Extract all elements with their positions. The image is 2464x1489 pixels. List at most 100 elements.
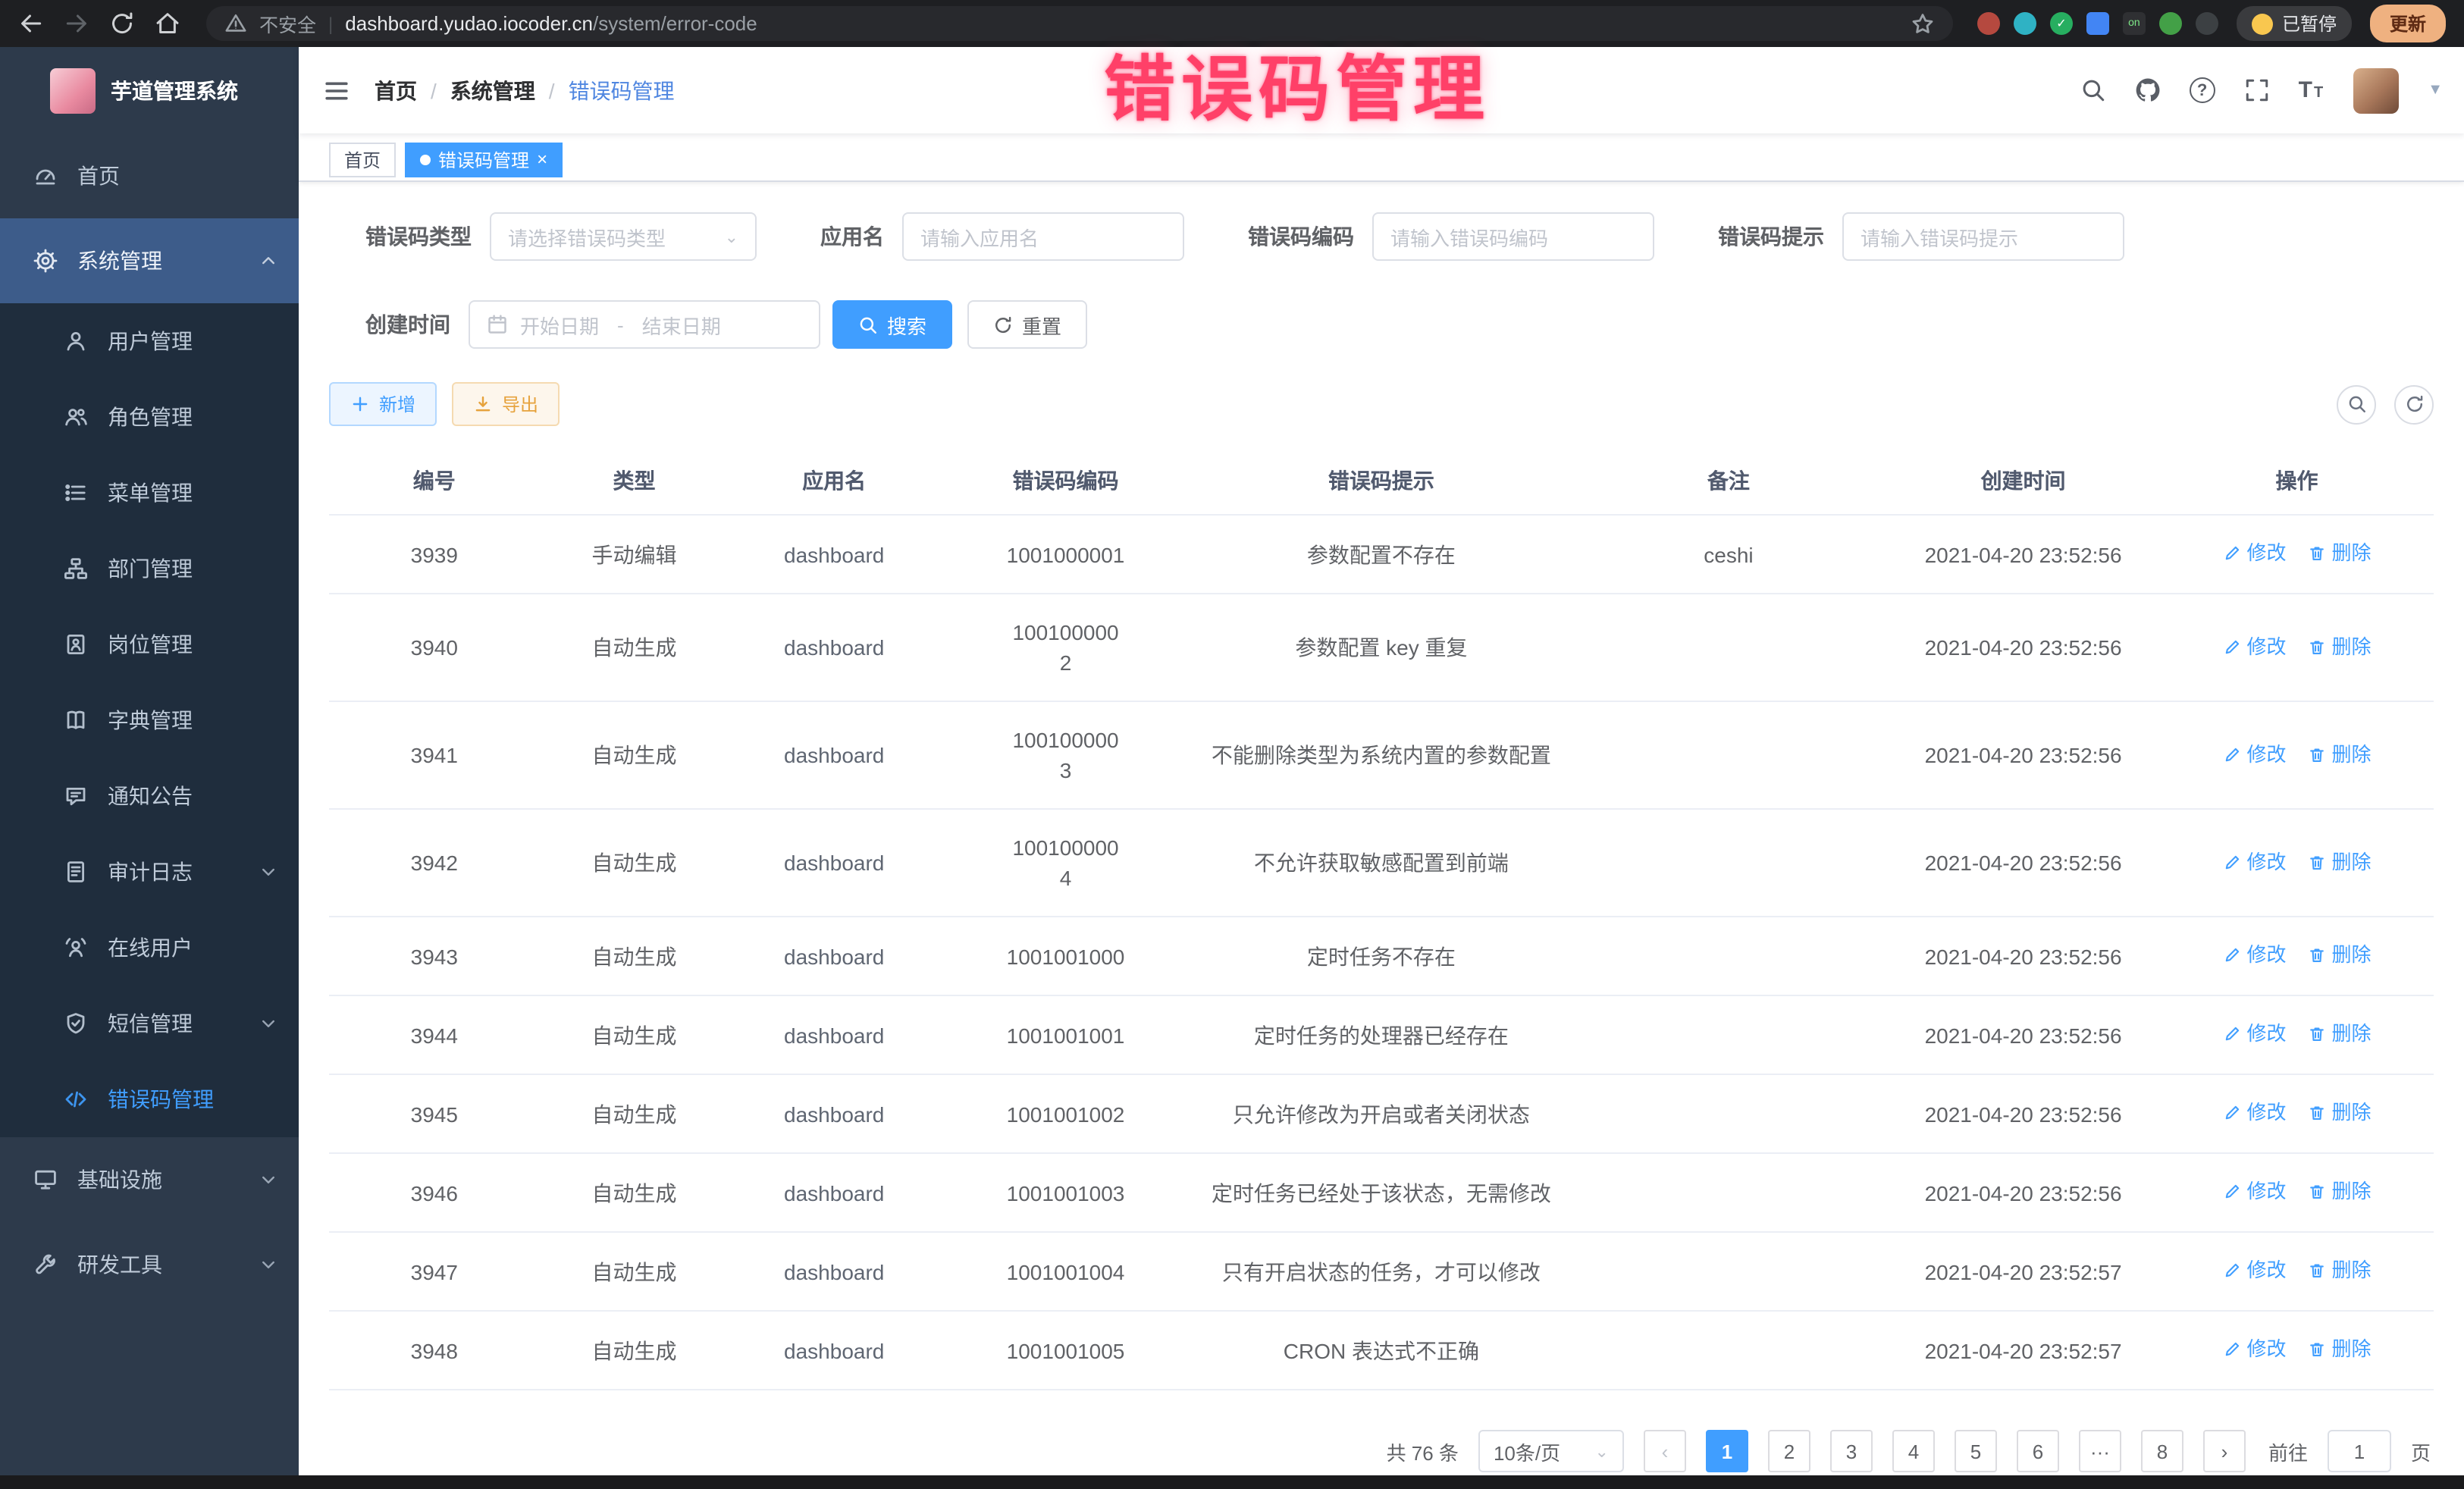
sidebar-item-menu[interactable]: 菜单管理: [0, 455, 299, 531]
sidebar-item-dict[interactable]: 字典管理: [0, 682, 299, 758]
browser-refresh-icon[interactable]: [109, 10, 136, 37]
cell-app: dashboard: [729, 515, 939, 594]
edit-button[interactable]: 修改: [2222, 1334, 2286, 1365]
page-button-1[interactable]: 1: [1706, 1430, 1748, 1472]
sidebar-item-infra[interactable]: 基础设施: [0, 1137, 299, 1222]
delete-button[interactable]: 删除: [2308, 1334, 2372, 1365]
add-button[interactable]: 新增: [329, 382, 437, 426]
sidebar-item-audit-log[interactable]: 审计日志: [0, 834, 299, 910]
delete-button[interactable]: 删除: [2308, 632, 2372, 662]
cell-id: 3948: [329, 1311, 540, 1390]
prev-page-button[interactable]: ‹: [1644, 1430, 1686, 1472]
edit-button[interactable]: 修改: [2222, 632, 2286, 662]
browser-back-icon[interactable]: [18, 10, 45, 37]
edit-icon: [2222, 745, 2240, 763]
fullscreen-icon[interactable]: [2244, 77, 2270, 103]
edit-button[interactable]: 修改: [2222, 538, 2286, 569]
delete-icon: [2308, 946, 2326, 964]
paused-badge[interactable]: 已暂停: [2237, 6, 2352, 41]
edit-button[interactable]: 修改: [2222, 1255, 2286, 1286]
cell-code: 1001001003: [939, 1153, 1192, 1232]
font-size-icon[interactable]: TT: [2299, 77, 2325, 103]
sidebar-item-notice[interactable]: 通知公告: [0, 758, 299, 834]
page-button-2[interactable]: 2: [1768, 1430, 1810, 1472]
refresh-table-button[interactable]: [2394, 384, 2434, 424]
more-pages-button[interactable]: ···: [2079, 1430, 2121, 1472]
breadcrumb-home[interactable]: 首页: [375, 75, 417, 105]
edit-button[interactable]: 修改: [2222, 739, 2286, 770]
reset-button[interactable]: 重置: [967, 300, 1087, 349]
pinned-extension-icon[interactable]: [2196, 12, 2218, 35]
delete-button[interactable]: 删除: [2308, 847, 2372, 877]
sidebar-item-post[interactable]: 岗位管理: [0, 607, 299, 682]
address-bar[interactable]: 不安全 | dashboard.yudao.iocoder.cn/system/…: [206, 6, 1953, 41]
cell-type: 自动生成: [540, 995, 729, 1074]
tab-home[interactable]: 首页: [329, 142, 396, 177]
sidebar-item-sms[interactable]: 短信管理: [0, 986, 299, 1061]
bookmark-star-icon[interactable]: [1911, 11, 1935, 36]
sidebar-item-dept[interactable]: 部门管理: [0, 531, 299, 607]
search-icon[interactable]: [2080, 77, 2106, 103]
sidebar-item-home[interactable]: 首页: [0, 133, 299, 218]
sidebar-item-role[interactable]: 角色管理: [0, 379, 299, 455]
extension-icon-dark[interactable]: on: [2123, 12, 2146, 35]
profile-emoji-icon: [2252, 13, 2273, 34]
extension-icon-teal[interactable]: [2014, 12, 2036, 35]
delete-button[interactable]: 删除: [2308, 1177, 2372, 1207]
sidebar-item-error-code[interactable]: 错误码管理: [0, 1061, 299, 1137]
tab-error-code[interactable]: 错误码管理 ×: [405, 142, 563, 177]
sidebar-item-user[interactable]: 用户管理: [0, 303, 299, 379]
toggle-search-button[interactable]: [2337, 384, 2376, 424]
help-icon[interactable]: ?: [2190, 77, 2215, 103]
next-page-button[interactable]: ›: [2203, 1430, 2246, 1472]
error-msg-input[interactable]: 请输入错误码提示: [1842, 212, 2124, 261]
edit-button[interactable]: 修改: [2222, 1098, 2286, 1128]
user-avatar[interactable]: [2353, 67, 2399, 113]
browser-home-icon[interactable]: [155, 10, 182, 37]
hamburger-icon[interactable]: [323, 77, 350, 104]
page-button-3[interactable]: 3: [1830, 1430, 1873, 1472]
cell-remark: [1571, 1074, 1886, 1153]
extension-icon-blue-grid[interactable]: [2086, 12, 2109, 35]
app-logo[interactable]: 芋道管理系统: [0, 47, 299, 133]
export-button[interactable]: 导出: [452, 382, 560, 426]
edit-icon: [2222, 1025, 2240, 1043]
sidebar-item-devtools[interactable]: 研发工具: [0, 1222, 299, 1307]
update-button[interactable]: 更新: [2370, 5, 2446, 42]
edit-button[interactable]: 修改: [2222, 847, 2286, 877]
close-icon[interactable]: ×: [537, 150, 547, 168]
page-button-8[interactable]: 8: [2141, 1430, 2183, 1472]
browser-forward-icon[interactable]: [64, 10, 91, 37]
date-range-picker[interactable]: 开始日期 - 结束日期: [469, 300, 820, 349]
edit-button[interactable]: 修改: [2222, 1177, 2286, 1207]
delete-button[interactable]: 删除: [2308, 1255, 2372, 1286]
search-button[interactable]: 搜索: [832, 300, 952, 349]
page-button-5[interactable]: 5: [1955, 1430, 1997, 1472]
delete-button[interactable]: 删除: [2308, 739, 2372, 770]
page-size-select[interactable]: 10条/页 ⌄: [1478, 1430, 1624, 1472]
page-button-6[interactable]: 6: [2017, 1430, 2059, 1472]
extension-icon-green-check[interactable]: ✓: [2050, 12, 2073, 35]
edit-button[interactable]: 修改: [2222, 1019, 2286, 1049]
chevron-down-icon[interactable]: ▼: [2428, 82, 2443, 99]
error-code-input[interactable]: 请输入错误码编码: [1372, 212, 1654, 261]
delete-button[interactable]: 删除: [2308, 538, 2372, 569]
cell-time: 2021-04-20 23:52:57: [1886, 1311, 2160, 1390]
sidebar-item-system[interactable]: 系统管理: [0, 218, 299, 303]
extension-icon-red[interactable]: [1977, 12, 2000, 35]
error-type-select[interactable]: 请选择错误码类型 ⌄: [490, 212, 757, 261]
column-header-time: 创建时间: [1886, 447, 2160, 515]
github-icon[interactable]: [2135, 77, 2161, 103]
edit-icon: [2222, 853, 2240, 871]
app-name-input[interactable]: 请输入应用名: [902, 212, 1184, 261]
delete-button[interactable]: 删除: [2308, 1098, 2372, 1128]
extension-icon-leaf[interactable]: [2159, 12, 2182, 35]
delete-button[interactable]: 删除: [2308, 940, 2372, 970]
sidebar-item-online-user[interactable]: 在线用户: [0, 910, 299, 986]
page-button-4[interactable]: 4: [1892, 1430, 1935, 1472]
breadcrumb-system[interactable]: 系统管理: [450, 75, 535, 105]
edit-button[interactable]: 修改: [2222, 940, 2286, 970]
breadcrumb-current: 错误码管理: [569, 75, 675, 105]
delete-button[interactable]: 删除: [2308, 1019, 2372, 1049]
goto-page-input[interactable]: [2328, 1430, 2391, 1472]
